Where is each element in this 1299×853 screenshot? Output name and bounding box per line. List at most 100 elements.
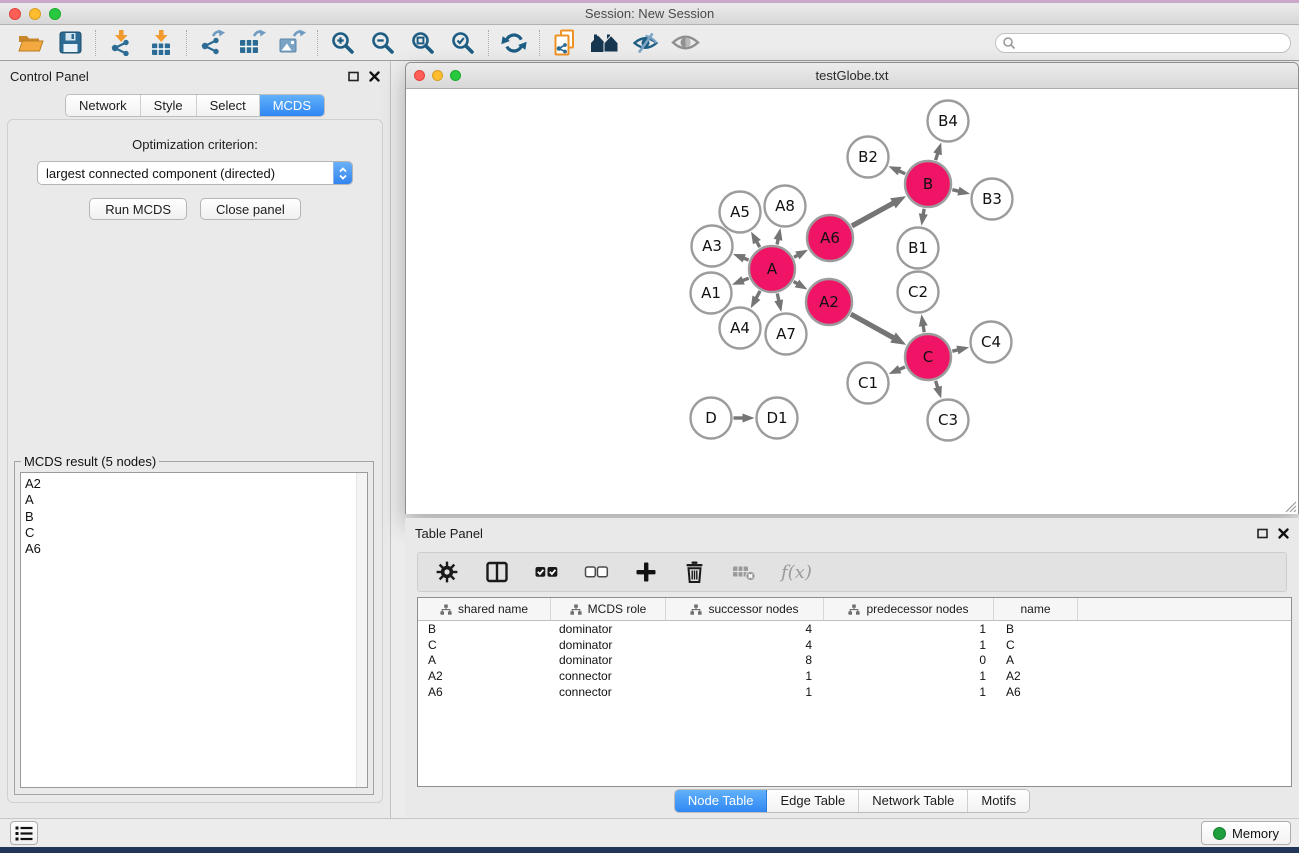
float-panel-icon[interactable]: [348, 71, 359, 82]
tab-node-table[interactable]: Node Table: [675, 790, 768, 812]
mcds-result-item[interactable]: B: [21, 509, 367, 525]
graph-node-A[interactable]: A: [749, 246, 795, 292]
graph-edge-A6-B[interactable]: [852, 202, 895, 226]
table-cell[interactable]: 4: [666, 638, 824, 652]
export-image-button[interactable]: [272, 27, 312, 59]
table-cell[interactable]: connector: [551, 685, 666, 699]
table-cell[interactable]: 1: [824, 685, 994, 699]
network-overview-button[interactable]: [585, 27, 625, 59]
scrollbar-track[interactable]: [356, 473, 367, 787]
mcds-result-item[interactable]: C: [21, 525, 367, 541]
search-input[interactable]: [1016, 36, 1284, 50]
function-builder-button[interactable]: f(x): [781, 562, 812, 583]
table-cell[interactable]: 8: [666, 653, 824, 667]
graph-node-D1[interactable]: D1: [757, 398, 798, 439]
network-graph[interactable]: B4B2BB3A5A8A6B1A3AA1C2A2A4A7C4CC1C3DD1: [406, 89, 1298, 513]
graph-node-A6[interactable]: A6: [807, 215, 853, 261]
graph-node-A4[interactable]: A4: [720, 308, 761, 349]
network-from-document-button[interactable]: [545, 27, 585, 59]
table-cell[interactable]: A2: [994, 669, 1078, 683]
graph-node-D[interactable]: D: [691, 398, 732, 439]
graph-node-C1[interactable]: C1: [848, 363, 889, 404]
close-panel-button[interactable]: Close panel: [200, 198, 301, 220]
network-window-titlebar[interactable]: testGlobe.txt: [406, 63, 1298, 89]
network-canvas[interactable]: B4B2BB3A5A8A6B1A3AA1C2A2A4A7C4CC1C3DD1: [406, 89, 1298, 514]
table-cell[interactable]: 4: [666, 622, 824, 636]
save-session-button[interactable]: [50, 27, 90, 59]
table-cell[interactable]: 1: [666, 685, 824, 699]
hide-graphics-details-button[interactable]: [625, 27, 665, 59]
table-cell[interactable]: dominator: [551, 622, 666, 636]
import-table-button[interactable]: [141, 27, 181, 59]
run-mcds-button[interactable]: Run MCDS: [89, 198, 187, 220]
memory-button[interactable]: Memory: [1201, 821, 1291, 845]
mcds-result-list[interactable]: A2ABCA6: [20, 472, 368, 788]
graph-node-C4[interactable]: C4: [971, 322, 1012, 363]
delete-column-trash-icon[interactable]: [682, 559, 707, 585]
export-table-button[interactable]: [232, 27, 272, 59]
table-cell[interactable]: A: [994, 653, 1078, 667]
table-cell[interactable]: B: [994, 622, 1078, 636]
column-header-mcds-role[interactable]: MCDS role: [551, 598, 666, 620]
close-panel-icon[interactable]: [1278, 528, 1289, 539]
table-cell[interactable]: A6: [418, 685, 551, 699]
tab-network-table[interactable]: Network Table: [859, 790, 968, 812]
float-panel-icon[interactable]: [1257, 528, 1268, 539]
graph-node-B4[interactable]: B4: [928, 101, 969, 142]
close-panel-icon[interactable]: [369, 71, 380, 82]
graph-node-B[interactable]: B: [905, 161, 951, 207]
tab-select[interactable]: Select: [197, 95, 260, 116]
column-header-shared-name[interactable]: shared name: [418, 598, 551, 620]
zoom-in-button[interactable]: [323, 27, 363, 59]
table-cell[interactable]: A6: [994, 685, 1078, 699]
table-cell[interactable]: C: [994, 638, 1078, 652]
task-history-button[interactable]: [10, 821, 38, 845]
tab-motifs[interactable]: Motifs: [968, 790, 1029, 812]
column-header-successor-nodes[interactable]: successor nodes: [666, 598, 824, 620]
refresh-button[interactable]: [494, 27, 534, 59]
zoom-fit-button[interactable]: [403, 27, 443, 59]
mcds-result-item[interactable]: A6: [21, 541, 367, 557]
zoom-selected-button[interactable]: [443, 27, 483, 59]
export-network-button[interactable]: [192, 27, 232, 59]
settings-gear-icon[interactable]: [434, 559, 460, 585]
table-cell[interactable]: dominator: [551, 653, 666, 667]
tab-network[interactable]: Network: [66, 95, 141, 116]
select-all-checkbox-icon[interactable]: [534, 559, 560, 585]
search-box[interactable]: [995, 33, 1291, 53]
graph-edge-A2-C[interactable]: [851, 314, 895, 338]
table-cell[interactable]: A2: [418, 669, 551, 683]
table-cell[interactable]: 1: [666, 669, 824, 683]
table-cell[interactable]: connector: [551, 669, 666, 683]
open-file-button[interactable]: [10, 27, 50, 59]
graph-node-B2[interactable]: B2: [848, 137, 889, 178]
table-cell[interactable]: 0: [824, 653, 994, 667]
resize-grip-icon[interactable]: [1283, 499, 1297, 513]
show-graphics-details-button[interactable]: [665, 27, 705, 59]
table-cell[interactable]: B: [418, 622, 551, 636]
column-header-name[interactable]: name: [994, 598, 1078, 620]
destroy-table-icon[interactable]: [731, 560, 757, 584]
graph-node-A1[interactable]: A1: [691, 273, 732, 314]
zoom-out-button[interactable]: [363, 27, 403, 59]
table-cell[interactable]: dominator: [551, 638, 666, 652]
graph-node-A7[interactable]: A7: [766, 314, 807, 355]
table-row[interactable]: Cdominator41C: [418, 637, 1291, 653]
table-row[interactable]: Bdominator41B: [418, 621, 1291, 637]
graph-node-A8[interactable]: A8: [765, 186, 806, 227]
table-cell[interactable]: 1: [824, 622, 994, 636]
graph-node-C[interactable]: C: [905, 334, 951, 380]
graph-node-A5[interactable]: A5: [720, 192, 761, 233]
table-row[interactable]: A6connector11A6: [418, 684, 1291, 700]
tab-style[interactable]: Style: [141, 95, 197, 116]
optimization-criterion-select[interactable]: largest connected component (directed): [37, 161, 353, 185]
graph-node-A3[interactable]: A3: [692, 226, 733, 267]
unselect-all-checkbox-icon[interactable]: [584, 559, 610, 585]
mcds-result-item[interactable]: A2: [21, 476, 367, 492]
column-header-predecessor-nodes[interactable]: predecessor nodes: [824, 598, 994, 620]
graph-node-C3[interactable]: C3: [928, 400, 969, 441]
column-visibility-icon[interactable]: [484, 559, 510, 585]
table-row[interactable]: Adominator80A: [418, 652, 1291, 668]
node-table[interactable]: shared name MCDS role successor: [417, 597, 1292, 787]
table-cell[interactable]: 1: [824, 669, 994, 683]
